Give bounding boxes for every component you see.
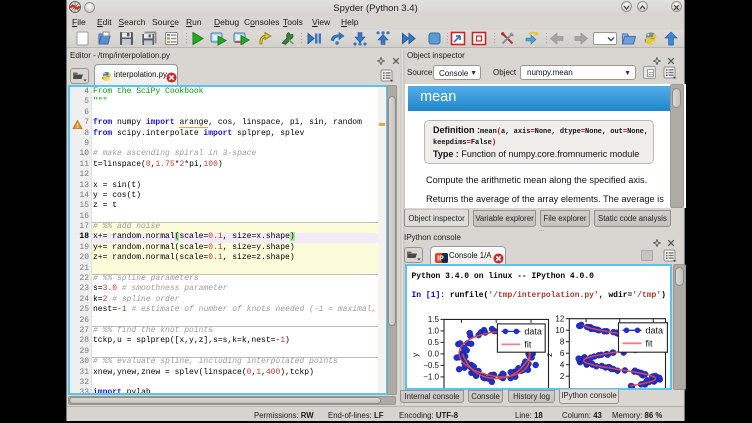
svg-text:12: 12 — [555, 315, 564, 324]
svg-text:fit: fit — [524, 340, 532, 350]
svg-text:1.5: 1.5 — [428, 315, 440, 324]
svg-text:4: 4 — [560, 361, 565, 370]
svg-text:1.0: 1.0 — [428, 327, 440, 336]
svg-text:0.0: 0.0 — [428, 350, 440, 359]
svg-text:data: data — [524, 327, 542, 337]
svg-text:IP: IP — [437, 256, 444, 263]
svg-text:z: z — [544, 353, 554, 357]
svg-text:−1.0: −1.0 — [423, 373, 439, 382]
svg-text:0.5: 0.5 — [428, 338, 440, 347]
svg-text:8: 8 — [560, 338, 565, 347]
svg-text:−0.5: −0.5 — [423, 361, 439, 370]
svg-text:2: 2 — [560, 372, 565, 381]
svg-text:10: 10 — [555, 326, 564, 335]
svg-text:6: 6 — [560, 349, 565, 358]
svg-text:data: data — [646, 326, 664, 336]
svg-text:fit: fit — [646, 339, 654, 349]
svg-text:y: y — [410, 352, 420, 357]
